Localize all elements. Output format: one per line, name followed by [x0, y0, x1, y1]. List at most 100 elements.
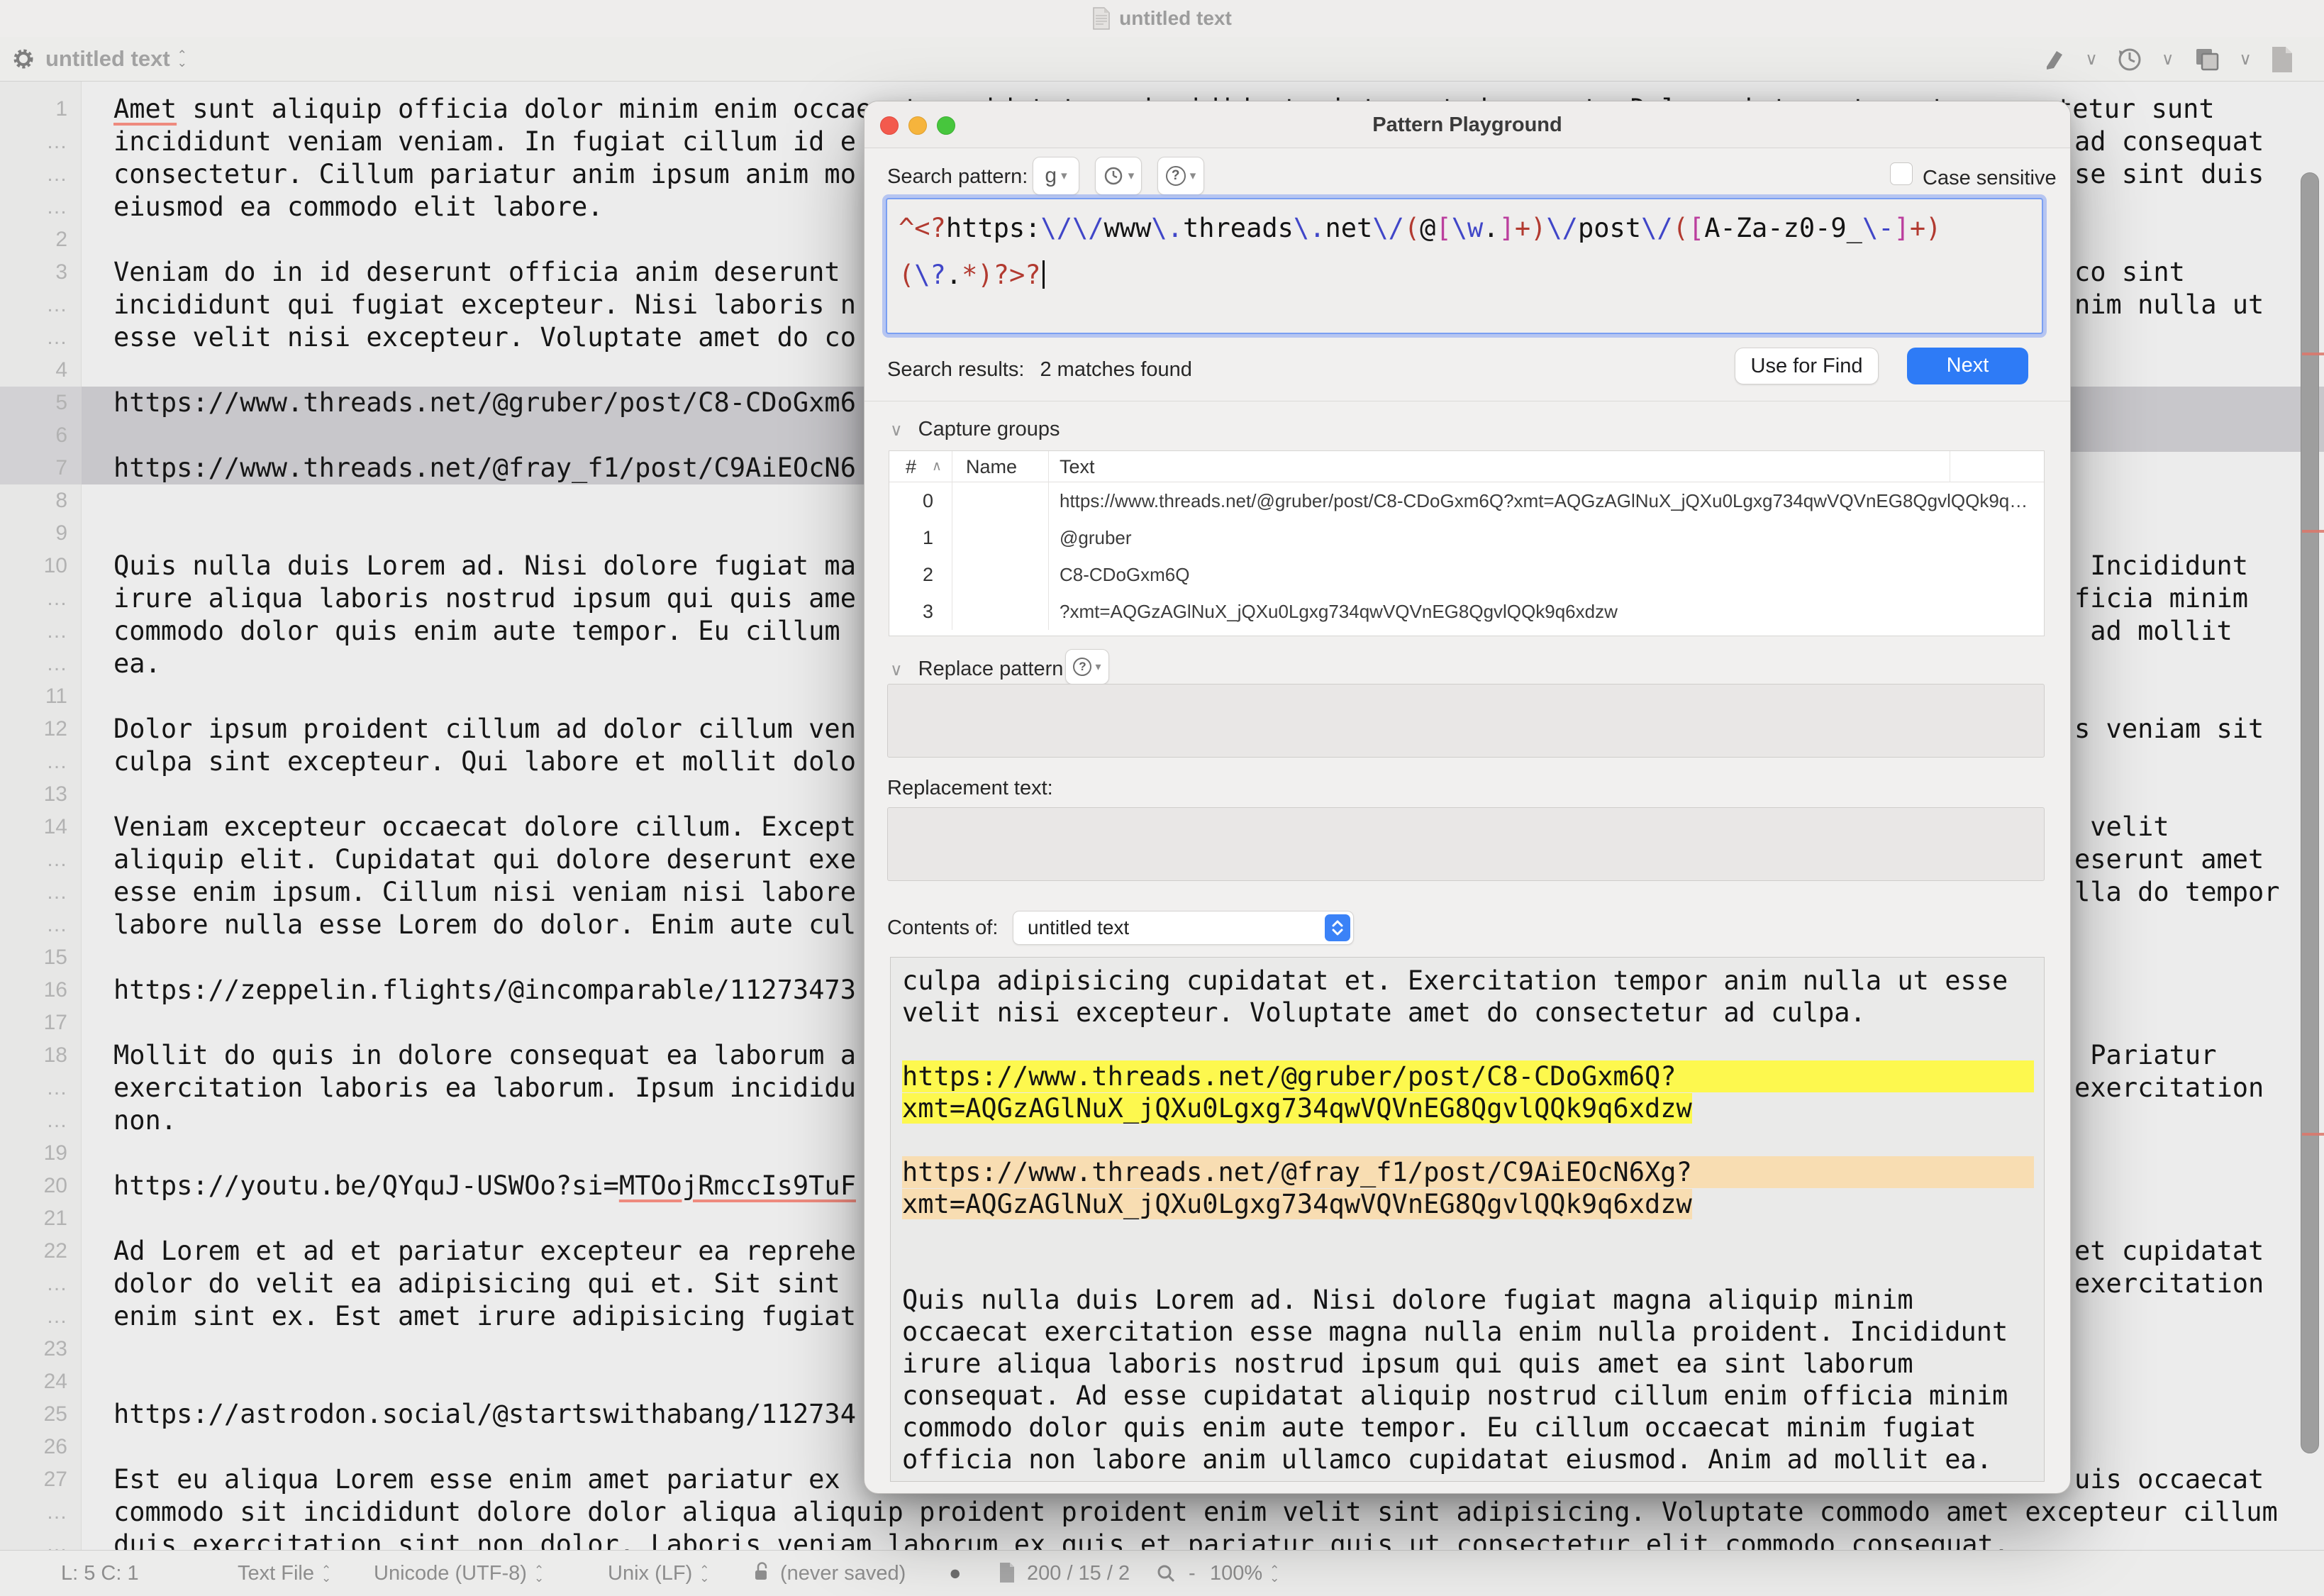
- capture-group-row[interactable]: 3 ?xmt=AQGzAGlNuX_jQXu0Lgxg734qwVQVnEG8Q…: [889, 593, 2044, 630]
- editor-line[interactable]: … duis exercitation sint non dolor. Labo…: [0, 1529, 2324, 1550]
- capture-groups-section[interactable]: ∨ Capture groups: [890, 416, 1060, 443]
- case-sensitive-checkbox[interactable]: [1890, 162, 1913, 185]
- column-text[interactable]: Text: [1060, 451, 1095, 482]
- line-text[interactable]: https://youtu.be/QYquJ-USWOo?si=MTOojRmc…: [113, 1170, 856, 1202]
- encoding-menu[interactable]: Unicode (UTF-8)⌃⌄: [374, 1551, 544, 1596]
- documents-compare-icon[interactable]: [2192, 46, 2220, 73]
- line-text[interactable]: irure aliqua laboris nostrud ipsum qui q…: [113, 582, 856, 615]
- capture-group-row[interactable]: 0 https://www.threads.net/@gruber/post/C…: [889, 482, 2044, 519]
- regex-token: www: [1104, 213, 1152, 243]
- line-text[interactable]: Veniam do in id deserunt officia anim de…: [113, 256, 840, 289]
- line-number: …: [0, 1300, 82, 1333]
- column-hash[interactable]: #: [906, 451, 916, 482]
- history-clock-icon[interactable]: [2116, 46, 2143, 73]
- line-text[interactable]: https://astrodon.social/@startswithabang…: [113, 1398, 856, 1431]
- saved-patterns-menu-button[interactable]: g▾: [1033, 157, 1079, 195]
- pattern-history-menu-button[interactable]: ▾: [1095, 157, 1142, 195]
- preview-line: [902, 1124, 2034, 1156]
- capture-table-header[interactable]: # ∧ Name Text: [889, 451, 2044, 482]
- line-text[interactable]: incididunt qui fugiat excepteur. Nisi la…: [113, 289, 856, 321]
- preview-line: https://www.threads.net/@gruber/post/C8-…: [902, 1060, 2034, 1092]
- line-number: 9: [0, 517, 82, 550]
- zoom-level-menu[interactable]: 100%⌃⌄: [1210, 1551, 1279, 1596]
- line-text[interactable]: https://zeppelin.flights/@incomparable/1…: [113, 974, 856, 1007]
- line-text[interactable]: aliquip elit. Cupidatat qui dolore deser…: [113, 843, 856, 876]
- replace-help-menu-button[interactable]: ?▾: [1065, 649, 1109, 685]
- line-text[interactable]: dolor do velit ea adipisicing qui et. Si…: [113, 1268, 840, 1300]
- preview-line: consequat. Ad esse cupidatat aliquip nos…: [902, 1380, 2034, 1412]
- line-text[interactable]: esse enim ipsum. Cillum nisi veniam nisi…: [113, 876, 856, 909]
- replace-pattern-section[interactable]: ∨ Replace pattern: [890, 656, 1063, 683]
- chevron-down-icon: ▾: [1128, 169, 1135, 183]
- line-text[interactable]: incididunt veniam veniam. In fugiat cill…: [113, 126, 856, 158]
- line-number: 7: [0, 452, 82, 484]
- capture-group-row[interactable]: 1 @gruber: [889, 519, 2044, 556]
- preview-line: xmt=AQGzAGlNuX_jQXu0Lgxg734qwVQVnEG8Qgvl…: [902, 1188, 2034, 1220]
- line-text[interactable]: enim sint ex. Est amet irure adipisicing…: [113, 1300, 856, 1333]
- line-text[interactable]: eiusmod ea commodo elit labore.: [113, 191, 604, 223]
- modified-dot: ●: [949, 1551, 962, 1596]
- disclosure-chevron-icon[interactable]: ∨: [890, 421, 903, 440]
- marker-icon[interactable]: [2041, 47, 2067, 72]
- replace-pattern-input[interactable]: [887, 684, 2045, 758]
- use-for-find-button[interactable]: Use for Find: [1735, 348, 1879, 384]
- editor-line[interactable]: … commodo sit incididunt dolore dolor al…: [0, 1496, 2324, 1529]
- line-text[interactable]: exercitation laboris ea laborum. Ipsum i…: [113, 1072, 856, 1104]
- line-text[interactable]: https://www.threads.net/@gruber/post/C8-…: [113, 387, 856, 419]
- line-text[interactable]: https://www.threads.net/@fray_f1/post/C9…: [113, 452, 856, 484]
- capture-group-row[interactable]: 2 C8-CDoGxm6Q: [889, 556, 2044, 593]
- line-text[interactable]: Est eu aliqua Lorem esse enim amet paria…: [113, 1463, 840, 1496]
- chevron-down-icon[interactable]: ∨: [2162, 49, 2174, 70]
- vertical-scrollbar-thumb[interactable]: [2301, 172, 2319, 1453]
- regex-token: +: [1910, 213, 1925, 243]
- regex-token: \w: [1452, 213, 1484, 243]
- line-number: 8: [0, 484, 82, 517]
- dialog-titlebar[interactable]: Pattern Playground: [864, 101, 2070, 148]
- document-icon: [1092, 7, 1111, 30]
- preview-line: irure aliqua laboris nostrud ipsum qui q…: [902, 1348, 2034, 1380]
- search-pattern-input[interactable]: ^<?https:\/\/www\.threads\.net\/(@[\w.]+…: [886, 198, 2043, 334]
- line-text-right-fragment: co sint: [2074, 256, 2185, 289]
- regex-token: \.: [1294, 213, 1325, 243]
- line-text[interactable]: Dolor ipsum proident cillum ad dolor cil…: [113, 713, 856, 746]
- chevron-down-icon[interactable]: ∨: [2239, 49, 2252, 70]
- line-text[interactable]: duis exercitation sint non dolor. Labori…: [113, 1529, 2009, 1550]
- file-type-menu[interactable]: Text File⌃⌄: [238, 1551, 331, 1596]
- gear-icon[interactable]: [11, 47, 35, 71]
- line-text[interactable]: Mollit do quis in dolore consequat ea la…: [113, 1039, 856, 1072]
- search-pattern-label: Search pattern:: [887, 164, 1028, 189]
- regex-token: @: [1420, 213, 1435, 243]
- document-title-menu[interactable]: untitled text: [45, 35, 170, 82]
- close-button[interactable]: [880, 116, 899, 135]
- chevron-down-icon[interactable]: ∨: [2085, 49, 2098, 70]
- line-text[interactable]: Ad Lorem et ad et pariatur excepteur ea …: [113, 1235, 856, 1268]
- next-button[interactable]: Next: [1907, 348, 2028, 384]
- minimize-button[interactable]: [908, 116, 927, 135]
- line-text[interactable]: Quis nulla duis Lorem ad. Nisi dolore fu…: [113, 550, 856, 582]
- zoom-button[interactable]: [937, 116, 955, 135]
- capture-groups-table[interactable]: # ∧ Name Text 0 https://www.threads.net/…: [889, 450, 2045, 636]
- line-text[interactable]: commodo dolor quis enim aute tempor. Eu …: [113, 615, 840, 648]
- line-text[interactable]: labore nulla esse Lorem do dolor. Enim a…: [113, 909, 856, 941]
- unlocked-icon[interactable]: [753, 1551, 770, 1596]
- contents-preview[interactable]: culpa adipisicing cupidatat et. Exercita…: [890, 957, 2045, 1482]
- regex-token: [1043, 260, 1045, 289]
- line-text[interactable]: esse velit nisi excepteur. Voluptate ame…: [113, 321, 856, 354]
- line-text[interactable]: Veniam excepteur occaecat dolore cillum.…: [113, 811, 856, 843]
- disclosure-chevron-icon[interactable]: ∨: [890, 660, 903, 680]
- line-text[interactable]: culpa sint excepteur. Qui labore et moll…: [113, 746, 856, 778]
- column-name[interactable]: Name: [966, 451, 1017, 482]
- line-text[interactable]: ea.: [113, 648, 161, 680]
- line-ending-menu[interactable]: Unix (LF)⌃⌄: [608, 1551, 709, 1596]
- line-number: …: [0, 843, 82, 876]
- zoom-minus[interactable]: -: [1189, 1551, 1196, 1596]
- line-number: …: [0, 1072, 82, 1104]
- scrollbar-match-tick: [2302, 1133, 2324, 1136]
- line-text[interactable]: non.: [113, 1104, 177, 1137]
- line-text[interactable]: consectetur. Cillum pariatur anim ipsum …: [113, 158, 856, 191]
- contents-of-select[interactable]: untitled text: [1013, 911, 1354, 945]
- search-results-value: 2 matches found: [1040, 358, 1191, 381]
- line-text[interactable]: commodo sit incididunt dolore dolor aliq…: [113, 1496, 2278, 1529]
- pattern-help-menu-button[interactable]: ?▾: [1157, 157, 1204, 195]
- page-icon[interactable]: [2270, 45, 2294, 74]
